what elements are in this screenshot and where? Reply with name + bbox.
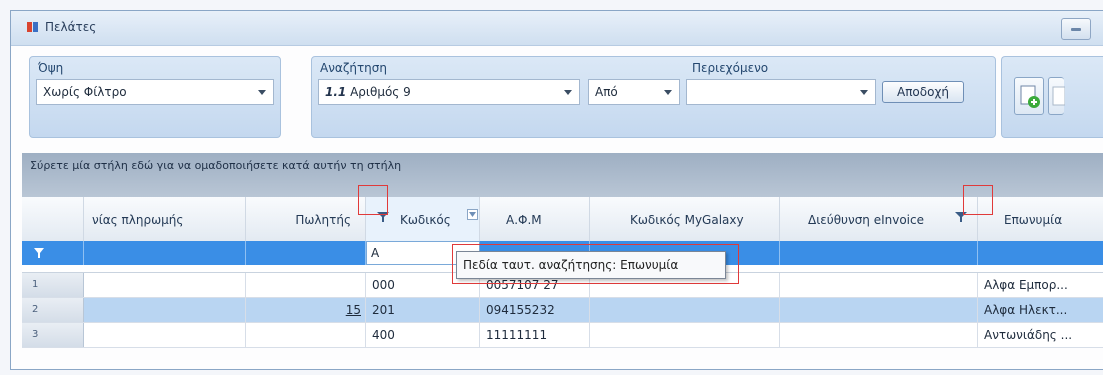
- operator-dropdown[interactable]: Από: [588, 79, 680, 105]
- cell-afm: 11111111: [480, 323, 590, 347]
- view-panel: Όψη Χωρίς Φίλτρο: [29, 56, 281, 138]
- cell-name: Αλφα Ηλεκτ...: [984, 303, 1068, 317]
- chevron-down-icon: [664, 90, 672, 95]
- header-corner: [22, 197, 84, 241]
- minimize-icon: [1071, 28, 1081, 31]
- actions-panel: [1001, 56, 1103, 138]
- filter-cell-name[interactable]: [978, 241, 1103, 265]
- filter-cell-payment[interactable]: [84, 241, 246, 265]
- group-by-area[interactable]: Σύρετε μία στήλη εδώ για να ομαδοποιήσετ…: [22, 153, 1103, 197]
- grid-header: νίας πληρωμής Πωλητής Κωδικός Α.Φ.Μ Κωδι…: [22, 197, 1103, 242]
- filter-row-header: [22, 241, 84, 265]
- filter-cell-einvoice[interactable]: [780, 241, 978, 265]
- minimize-button[interactable]: [1061, 18, 1091, 40]
- row-number: 3: [22, 323, 84, 347]
- add-document-icon: [1020, 85, 1040, 108]
- filter-icon: [34, 248, 44, 258]
- row-number: 1: [22, 273, 84, 297]
- column-header-salesman[interactable]: Πωλητής: [246, 197, 366, 241]
- cell-salesman: [246, 323, 366, 347]
- highlight-einvoice-filter: [963, 185, 993, 215]
- operator-value: Από: [595, 85, 618, 99]
- content-dropdown[interactable]: [686, 79, 876, 105]
- search-panel: Αναζήτηση Περιεχόμενο 1.1 Αριθμός 9 Από …: [311, 56, 996, 138]
- window-app-icon: [27, 22, 41, 32]
- filter-cell-salesman[interactable]: [246, 241, 366, 265]
- highlight-code-filter: [358, 185, 388, 215]
- view-dropdown-value: Χωρίς Φίλτρο: [43, 85, 127, 99]
- row-number: 2: [22, 298, 84, 322]
- cell-afm: 094155232: [480, 298, 590, 322]
- title-bar: Πελάτες: [11, 11, 1103, 46]
- group-by-hint: Σύρετε μία στήλη εδώ για να ομαδοποιήσετ…: [30, 159, 402, 172]
- new-record-button[interactable]: [1014, 77, 1044, 115]
- cell-name: Αντωνιάδης ...: [984, 328, 1073, 342]
- view-dropdown[interactable]: Χωρίς Φίλτρο: [36, 79, 274, 105]
- content-label: Περιεχόμενο: [692, 61, 769, 75]
- search-field-prefix: 1.1: [325, 85, 347, 99]
- column-header-afm[interactable]: Α.Φ.Μ: [480, 197, 590, 241]
- view-label: Όψη: [38, 61, 64, 75]
- edit-document-icon: [1052, 86, 1066, 106]
- table-row[interactable]: 3 400 11111111 Αντωνιάδης ...: [22, 323, 1103, 348]
- cell-code: 201: [366, 298, 480, 322]
- window-title: Πελάτες: [45, 20, 97, 34]
- column-header-payment[interactable]: νίας πληρωμής: [84, 197, 246, 241]
- column-header-name[interactable]: Επωνυμία: [978, 197, 1103, 241]
- customers-window: Πελάτες Όψη Χωρίς Φίλτρο Αναζήτηση Περιε…: [10, 10, 1103, 370]
- filter-code-input[interactable]: A: [371, 246, 379, 260]
- cell-code: 400: [366, 323, 480, 347]
- cell-salesman[interactable]: 15: [246, 298, 366, 322]
- chevron-down-icon: [258, 90, 266, 95]
- search-field-dropdown[interactable]: 1.1 Αριθμός 9: [318, 79, 580, 105]
- edit-record-button[interactable]: [1048, 77, 1066, 115]
- search-label: Αναζήτηση: [320, 61, 387, 75]
- filter-toolbar: Όψη Χωρίς Φίλτρο Αναζήτηση Περιεχόμενο 1…: [29, 56, 1103, 140]
- column-header-einvoice-address[interactable]: Διεύθυνση eInvoice: [780, 197, 978, 241]
- cell-name: Αλφα Εμπορ...: [984, 278, 1068, 292]
- search-field-value: Αριθμός 9: [350, 85, 411, 99]
- sort-indicator-icon: [467, 209, 478, 220]
- table-row-selected[interactable]: 2 15 201 094155232 Αλφα Ηλεκτ...: [22, 298, 1103, 323]
- cell-salesman: [246, 273, 366, 297]
- chevron-down-icon: [860, 90, 868, 95]
- accept-button[interactable]: Αποδοχή: [882, 81, 964, 103]
- search-fields-tooltip: Πεδία ταυτ. αναζήτησης: Επωνυμία: [456, 251, 726, 279]
- chevron-down-icon: [564, 90, 572, 95]
- column-header-mygalaxy-code[interactable]: Κωδικός MyGalaxy: [590, 197, 780, 241]
